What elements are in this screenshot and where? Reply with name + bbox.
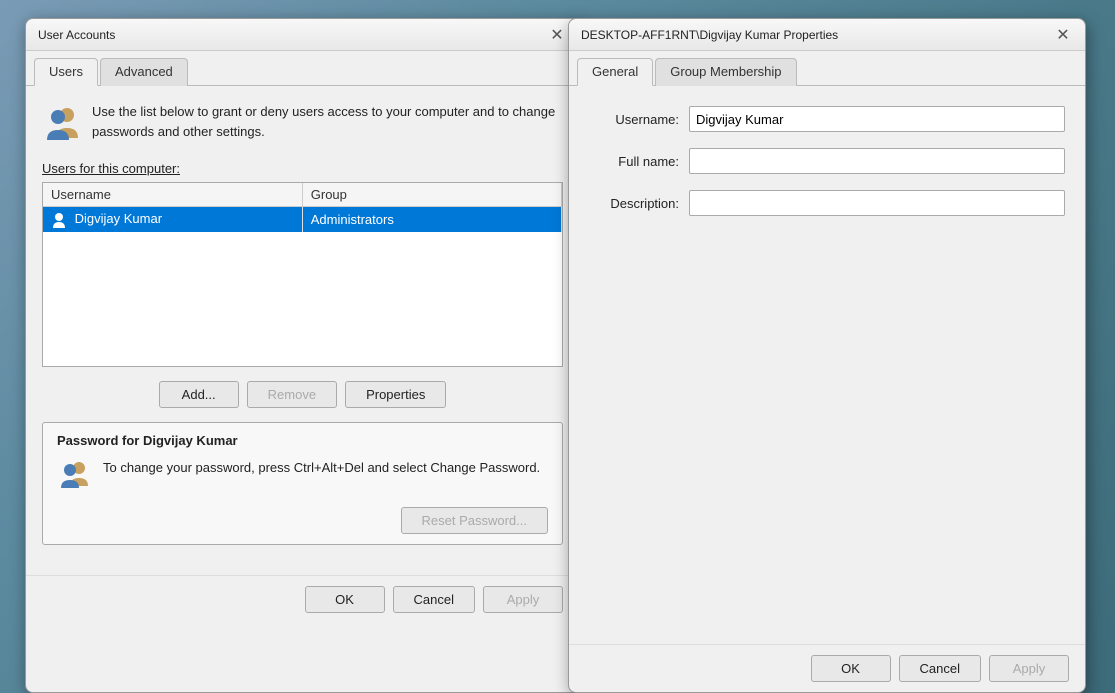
info-text: Use the list below to grant or deny user… [92,102,563,141]
apply-button-2[interactable]: Apply [989,655,1069,682]
close-button-2[interactable]: ✕ [1053,25,1073,45]
properties-button[interactable]: Properties [345,381,446,408]
users-table: Username Group Digvijay Kumar Ad [43,183,562,232]
dialog1-title: User Accounts [38,28,115,42]
action-buttons: Add... Remove Properties [42,381,563,408]
dialog2-bottom-buttons: OK Cancel Apply [569,644,1085,692]
col-username: Username [43,183,302,207]
reset-password-button[interactable]: Reset Password... [401,507,549,534]
password-section-title: Password for Digvijay Kumar [57,433,548,448]
fullname-label: Full name: [589,154,689,169]
description-row: Description: [589,190,1065,216]
password-info: To change your password, press Ctrl+Alt+… [57,458,548,497]
cancel-button-2[interactable]: Cancel [899,655,981,682]
dialog2-title: DESKTOP-AFF1RNT\Digvijay Kumar Propertie… [581,28,838,42]
ok-button-2[interactable]: OK [811,655,891,682]
users-icon [42,102,82,145]
dialog1-bottom-buttons: OK Cancel Apply [26,575,579,623]
password-section: Password for Digvijay Kumar To change yo… [42,422,563,545]
fullname-input[interactable] [689,148,1065,174]
tab-users[interactable]: Users [34,58,98,86]
username-row: Username: [589,106,1065,132]
cancel-button-1[interactable]: Cancel [393,586,475,613]
col-group: Group [302,183,561,207]
user-accounts-dialog: User Accounts ✕ Users Advanced [25,18,580,693]
table-row[interactable]: Digvijay Kumar Administrators [43,207,562,232]
title-bar-2: DESKTOP-AFF1RNT\Digvijay Kumar Propertie… [569,19,1085,51]
fullname-row: Full name: [589,148,1065,174]
username-input[interactable] [689,106,1065,132]
info-section: Use the list below to grant or deny user… [42,102,563,145]
dialog1-content: Use the list below to grant or deny user… [26,86,579,575]
apply-button-1[interactable]: Apply [483,586,563,613]
section-label: Users for this computer: [42,161,563,176]
reset-btn-row: Reset Password... [57,507,548,534]
tab-strip-2: General Group Membership [569,51,1085,86]
password-text: To change your password, press Ctrl+Alt+… [103,458,540,478]
description-input[interactable] [689,190,1065,216]
close-button-1[interactable]: ✕ [547,25,567,45]
ok-button-1[interactable]: OK [305,586,385,613]
users-table-container: Username Group Digvijay Kumar Ad [42,182,563,367]
tab-group-membership[interactable]: Group Membership [655,58,796,86]
add-button[interactable]: Add... [159,381,239,408]
tab-advanced[interactable]: Advanced [100,58,188,86]
title-bar-1: User Accounts ✕ [26,19,579,51]
lock-icon [57,458,93,497]
username-label: Username: [589,112,689,127]
properties-dialog: DESKTOP-AFF1RNT\Digvijay Kumar Propertie… [568,18,1086,693]
remove-button[interactable]: Remove [247,381,337,408]
description-label: Description: [589,196,689,211]
props-content: Username: Full name: Description: [569,86,1085,242]
tab-strip-1: Users Advanced [26,51,579,86]
user-cell: Digvijay Kumar [43,207,302,232]
tab-general[interactable]: General [577,58,653,86]
group-cell: Administrators [302,207,561,232]
